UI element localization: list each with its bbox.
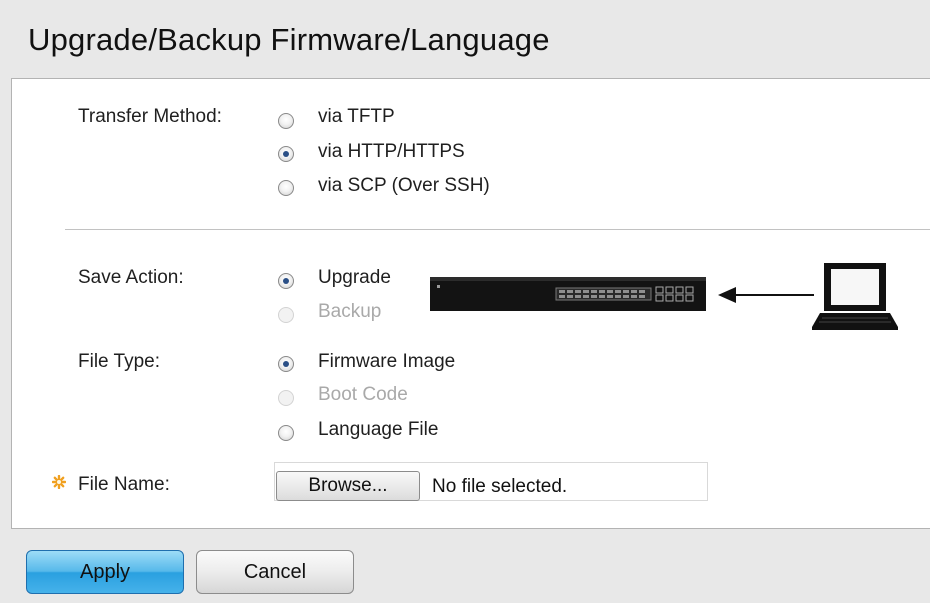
file-type-language-label[interactable]: Language File — [318, 419, 438, 441]
file-type-firmware-radio[interactable] — [278, 356, 294, 372]
file-type-boot-radio — [278, 390, 294, 406]
save-upgrade-radio[interactable] — [278, 273, 294, 289]
network-switch-icon — [430, 277, 706, 311]
cancel-button[interactable]: Cancel — [196, 550, 354, 594]
file-status-text: No file selected. — [432, 476, 568, 497]
transfer-scp-radio[interactable] — [278, 180, 294, 196]
transfer-tftp-label[interactable]: via TFTP — [318, 106, 395, 128]
save-action-label: Save Action: — [78, 267, 184, 288]
save-backup-label: Backup — [318, 301, 382, 322]
browse-button[interactable]: Browse... — [276, 471, 420, 501]
apply-button[interactable]: Apply — [26, 550, 184, 594]
laptop-icon — [812, 263, 898, 330]
save-upgrade-label[interactable]: Upgrade — [318, 267, 391, 289]
transfer-scp-label[interactable]: via SCP (Over SSH) — [318, 175, 490, 197]
save-backup-radio — [278, 307, 294, 323]
transfer-http-label[interactable]: via HTTP/HTTPS — [318, 141, 465, 163]
file-name-label: File Name: — [78, 474, 170, 495]
left-arrow-icon — [718, 287, 814, 303]
page-title: Upgrade/Backup Firmware/Language — [28, 22, 550, 57]
file-type-language-radio[interactable] — [278, 425, 294, 441]
file-type-boot-label: Boot Code — [318, 384, 408, 405]
section-divider — [65, 229, 930, 230]
required-star-icon — [52, 475, 66, 489]
transfer-method-label: Transfer Method: — [78, 106, 222, 127]
transfer-http-radio[interactable] — [278, 146, 294, 162]
file-type-firmware-label[interactable]: Firmware Image — [318, 351, 455, 373]
file-type-label: File Type: — [78, 351, 161, 372]
transfer-tftp-radio[interactable] — [278, 113, 294, 129]
